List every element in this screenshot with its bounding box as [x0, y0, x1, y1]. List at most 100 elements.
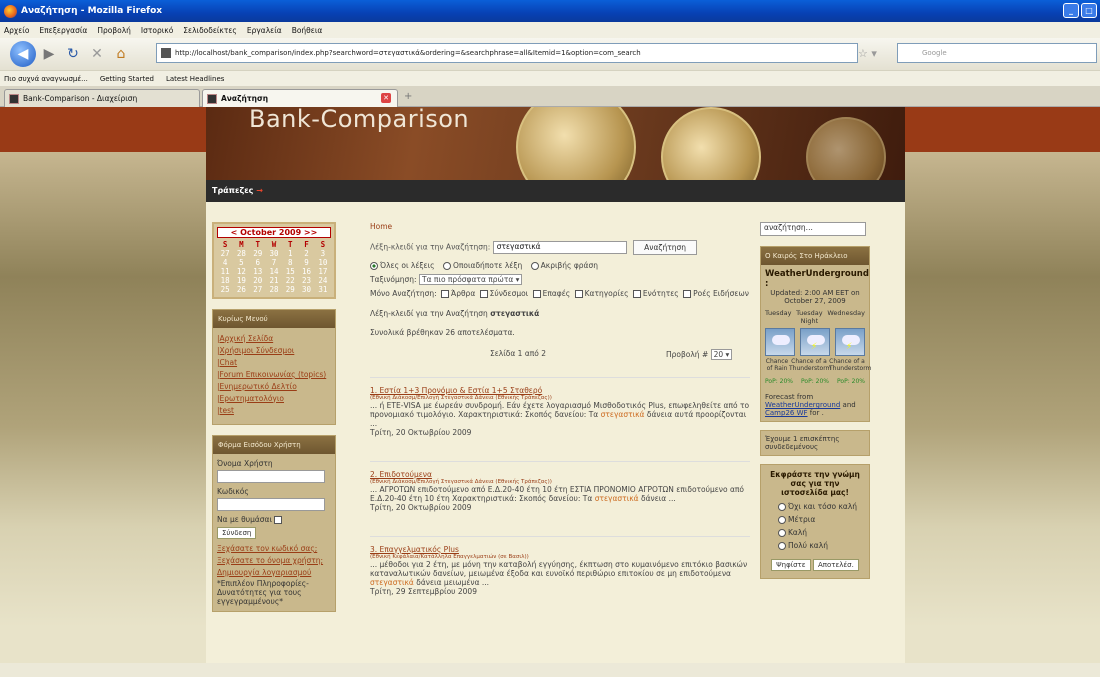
reload-icon[interactable]: ↻ — [64, 45, 82, 63]
calendar-day[interactable]: 3 — [315, 249, 331, 258]
back-button[interactable]: ◀ — [10, 41, 36, 67]
menu-bookmarks[interactable]: Σελιδοδείκτες — [183, 26, 237, 35]
calendar-day[interactable]: 6 — [250, 258, 266, 267]
calendar-day[interactable]: 15 — [282, 267, 298, 276]
menu-banks[interactable]: Τράπεζες → — [212, 186, 263, 195]
search-button[interactable]: Αναζήτηση — [633, 240, 697, 255]
calendar-day[interactable]: 16 — [298, 267, 314, 276]
calendar-day[interactable]: 5 — [233, 258, 249, 267]
poll-radio[interactable] — [778, 503, 786, 511]
calendar-day[interactable]: 4 — [217, 258, 233, 267]
url-bar[interactable]: http://localhost/bank_comparison/index.p… — [156, 43, 858, 63]
calendar-day[interactable]: 18 — [217, 276, 233, 285]
poll-radio[interactable] — [778, 542, 786, 550]
new-tab-button[interactable]: + — [404, 91, 412, 102]
filter-categories-checkbox[interactable] — [574, 290, 583, 298]
calendar-day[interactable]: 22 — [282, 276, 298, 285]
poll-results-button[interactable]: Αποτελέσ. — [812, 559, 859, 571]
calendar-day[interactable]: 26 — [233, 285, 249, 294]
tab-bank-comparison-admin[interactable]: Bank-Comparison - Διαχείριση — [4, 89, 200, 107]
calendar-day[interactable]: 31 — [315, 285, 331, 294]
filter-contacts-checkbox[interactable] — [532, 290, 541, 298]
maximize-button[interactable]: □ — [1081, 3, 1097, 18]
bookmark-getting-started[interactable]: Getting Started — [100, 75, 154, 83]
menu-link-test[interactable]: test — [217, 406, 331, 415]
username-field[interactable] — [217, 470, 325, 483]
calendar-day[interactable]: 28 — [266, 285, 282, 294]
menu-history[interactable]: Ιστορικό — [141, 26, 173, 35]
remember-checkbox[interactable] — [274, 516, 283, 524]
login-button[interactable]: Σύνδεση — [217, 527, 257, 539]
menu-link-useful-links[interactable]: Χρήσιμοι Σύνδεσμοι — [217, 346, 331, 355]
calendar-day[interactable]: 12 — [233, 267, 249, 276]
calendar-day[interactable]: 11 — [217, 267, 233, 276]
calendar-day[interactable]: 27 — [217, 249, 233, 258]
menu-view[interactable]: Προβολή — [97, 26, 131, 35]
site-search-input[interactable]: αναζήτηση... — [760, 222, 866, 236]
filter-newsfeeds-checkbox[interactable] — [683, 290, 692, 298]
calendar-day[interactable]: 13 — [250, 267, 266, 276]
calendar-day[interactable]: 10 — [315, 258, 331, 267]
menu-help[interactable]: Βοήθεια — [292, 26, 323, 35]
menu-link-chat[interactable]: Chat — [217, 358, 331, 367]
stop-icon[interactable]: ✕ — [88, 45, 106, 63]
radio-any-word[interactable] — [442, 262, 451, 270]
calendar-day[interactable]: 8 — [282, 258, 298, 267]
register-link[interactable]: Δημιουργία λογαριασμού — [217, 568, 331, 577]
calendar-day[interactable]: 25 — [217, 285, 233, 294]
forgot-password-link[interactable]: Ξεχάσατε τον κωδικό σας; — [217, 544, 331, 553]
vote-button[interactable]: Ψηφίστε — [771, 559, 811, 571]
calendar-day[interactable]: 27 — [250, 285, 266, 294]
calendar-day[interactable]: 24 — [315, 276, 331, 285]
keyword-input[interactable]: στεγαστικά — [492, 241, 627, 254]
calendar-day[interactable]: 19 — [233, 276, 249, 285]
filter-articles-checkbox[interactable] — [441, 290, 450, 298]
poll-radio[interactable] — [778, 516, 786, 524]
breadcrumb[interactable]: Home — [370, 222, 750, 231]
radio-exact-phrase[interactable] — [530, 262, 539, 270]
calendar-day[interactable]: 14 — [266, 267, 282, 276]
menu-link-home[interactable]: Αρχική Σελίδα — [217, 334, 331, 343]
calendar-day[interactable]: 9 — [298, 258, 314, 267]
result-title-link[interactable]: 3. Επαγγελματικός Plus — [370, 545, 459, 554]
ordering-select[interactable]: Τα πιο πρόσφατα πρώτα ▾ — [418, 274, 523, 285]
calendar-day[interactable]: 2 — [298, 249, 314, 258]
menu-link-questionnaire[interactable]: Ερωτηματολόγιο — [217, 394, 331, 403]
password-field[interactable] — [217, 498, 325, 511]
web-search-box[interactable]: Google — [897, 43, 1097, 63]
filter-weblinks-checkbox[interactable] — [479, 290, 488, 298]
calendar-day[interactable]: 7 — [266, 258, 282, 267]
menu-file[interactable]: Αρχείο — [4, 26, 29, 35]
close-tab-icon[interactable]: ✕ — [381, 93, 391, 103]
bookmark-star-icon[interactable]: ☆ ▾ — [858, 47, 877, 60]
calendar-day[interactable]: 29 — [250, 249, 266, 258]
calendar-day[interactable]: 20 — [250, 276, 266, 285]
radio-all-words[interactable] — [370, 262, 378, 270]
home-icon[interactable]: ⌂ — [112, 45, 130, 63]
result-title-link[interactable]: 2. Επιδοτούμενα — [370, 470, 432, 479]
calendar-header[interactable]: < October 2009 >> — [217, 227, 331, 238]
tab-search[interactable]: Αναζήτηση ✕ — [202, 89, 398, 107]
menu-link-forum[interactable]: Forum Επικοινωνίας (topics) — [217, 370, 331, 379]
calendar-day[interactable]: 21 — [266, 276, 282, 285]
calendar-day[interactable]: 17 — [315, 267, 331, 276]
menu-edit[interactable]: Επεξεργασία — [39, 26, 87, 35]
calendar-day[interactable]: 28 — [233, 249, 249, 258]
display-select[interactable]: 20 ▾ — [710, 349, 733, 360]
result-title-link[interactable]: 1. Εστία 1+3 Προνόμιο & Εστία 1+5 Σταθερ… — [370, 386, 542, 395]
forgot-username-link[interactable]: Ξεχάσατε το όνομα χρήστη; — [217, 556, 331, 565]
calendar-day[interactable]: 30 — [298, 285, 314, 294]
menu-tools[interactable]: Εργαλεία — [247, 26, 282, 35]
calendar-day[interactable]: 30 — [266, 249, 282, 258]
weatherunderground-link[interactable]: WeatherUnderground — [765, 401, 840, 409]
menu-link-newsletter[interactable]: Ενημερωτικό Δελτίο — [217, 382, 331, 391]
camp26-link[interactable]: Camp26 WF — [765, 409, 808, 417]
filter-sections-checkbox[interactable] — [632, 290, 641, 298]
calendar-day[interactable]: 29 — [282, 285, 298, 294]
calendar-day[interactable]: 23 — [298, 276, 314, 285]
forward-button[interactable]: ▶ — [40, 45, 58, 63]
poll-radio[interactable] — [778, 529, 786, 537]
bookmark-latest-headlines[interactable]: Latest Headlines — [166, 75, 224, 83]
minimize-button[interactable]: _ — [1063, 3, 1079, 18]
bookmark-most-visited[interactable]: Πιο συχνά αναγνωσμέ... — [4, 75, 88, 83]
